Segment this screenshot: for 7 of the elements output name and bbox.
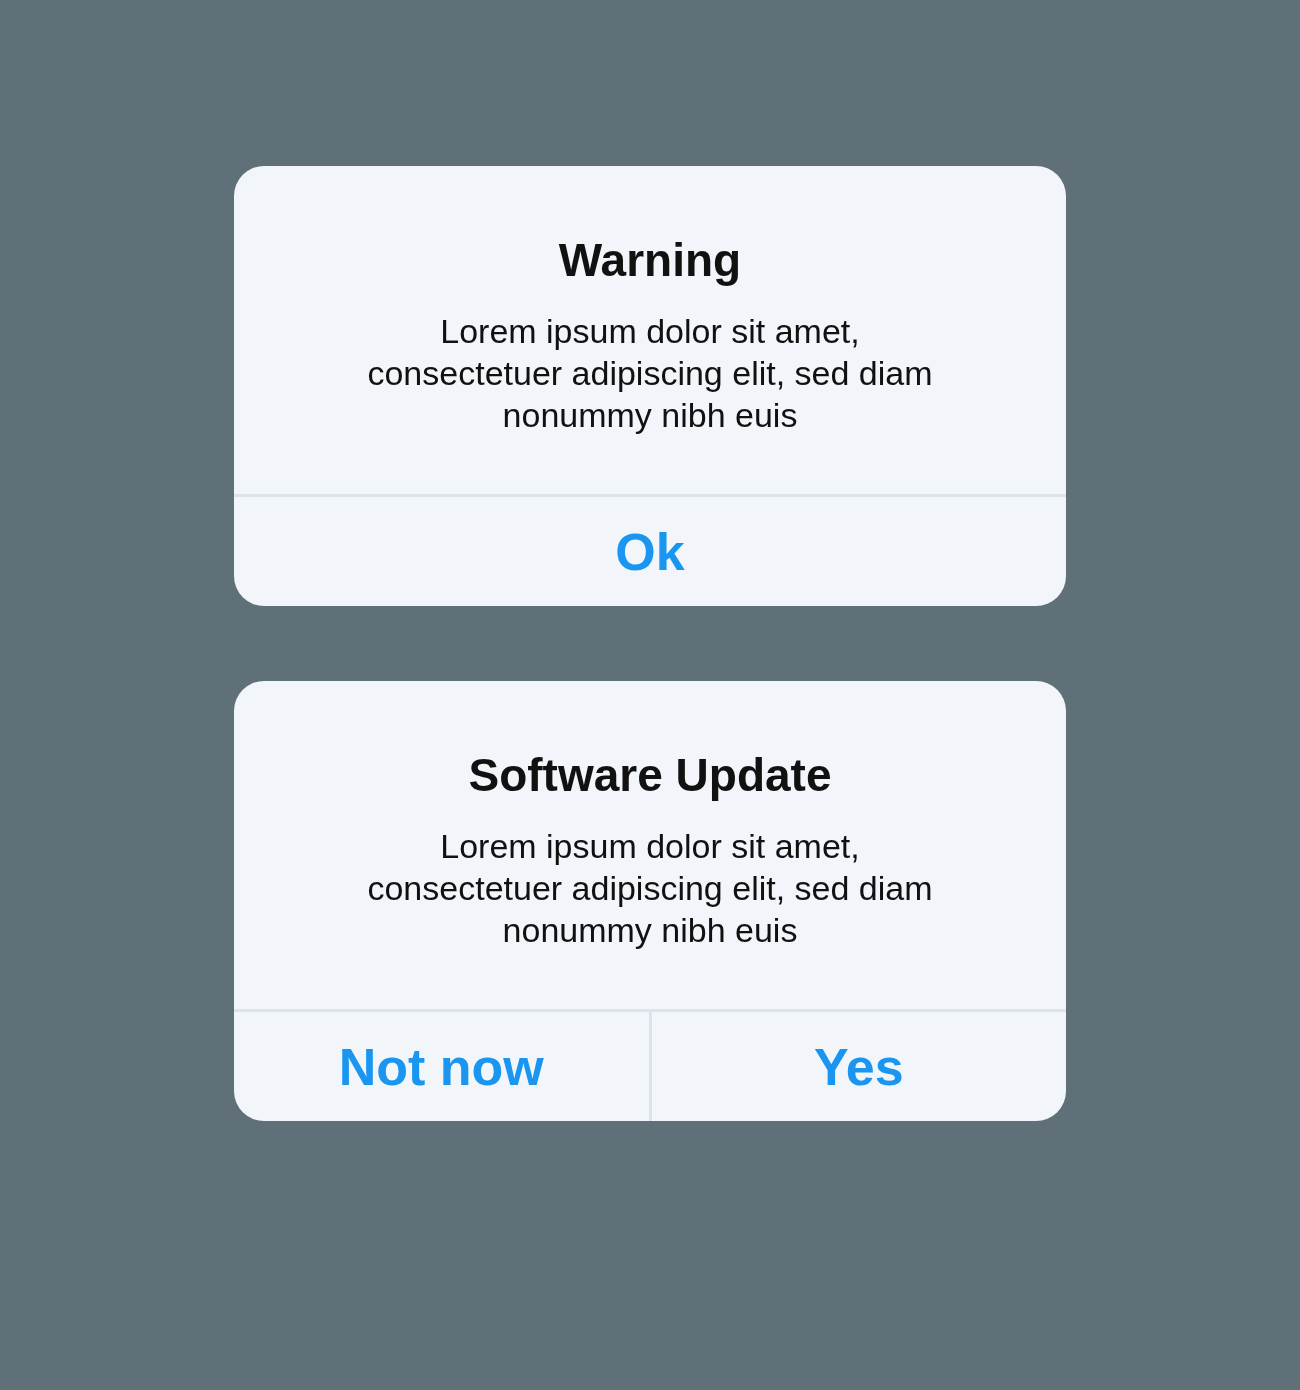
dialog-title: Warning (558, 234, 742, 286)
dialog-message: Lorem ipsum dolor sit amet, consectetuer adipiscing elit, sed diam nonummy nibh euis (366, 311, 934, 436)
dialog-button[interactable]: Not now (234, 1012, 649, 1121)
dialog-message: Lorem ipsum dolor sit amet, consectetuer adipiscing elit, sed diam nonummy nibh euis (366, 826, 934, 951)
dialog-title: Software Update (468, 749, 832, 801)
dialog-button[interactable]: Yes (648, 1012, 1066, 1121)
dialog-button[interactable]: Ok (234, 497, 1066, 606)
